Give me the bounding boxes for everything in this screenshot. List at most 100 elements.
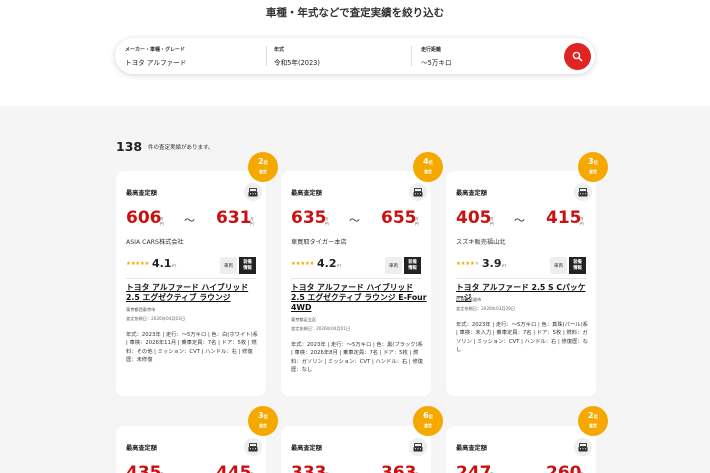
rank-badge: 2位 査定 <box>578 406 608 436</box>
rank-badge: 3位 査定 <box>248 406 278 436</box>
rank-badge: 3位 査定 <box>578 152 608 182</box>
page-heading: 車種・年式などで査定実績を絞り込む <box>265 7 445 19</box>
card-divider <box>126 278 256 279</box>
price-unit: 万 円 <box>580 217 584 227</box>
result-count-text: 件の査定実績があります。 <box>148 145 214 151</box>
rank-badge: 6位 査定 <box>413 406 443 436</box>
search-button[interactable] <box>564 43 591 70</box>
car-title-link[interactable]: トヨタ アルファード ハイブリッド 2.5 エグゼクティブ ラウンジ <box>126 283 262 303</box>
equipment-tag-line2: 情報 <box>408 265 417 271</box>
equipment-info-tag[interactable]: 装備 情報 <box>239 257 256 274</box>
price-min: 606 <box>126 208 162 228</box>
search-icon <box>572 51 583 62</box>
max-price-label: 最高査定額 <box>126 445 157 452</box>
price-max: 631 <box>216 208 252 228</box>
request-date: 査定依頼日：2026年04月01日 <box>291 326 351 331</box>
max-price-label: 最高査定額 <box>126 190 157 197</box>
rating-pt-label: PT <box>502 264 507 268</box>
rank-suffix: 位 <box>593 415 599 420</box>
car-spec: 年式：2023年 | 走行：〜5万キロ | 色：黒(ブラック)系 | 車検：20… <box>291 342 423 374</box>
card-divider <box>291 278 421 279</box>
max-price-label: 最高査定額 <box>456 190 487 197</box>
rank-suffix: 位 <box>263 161 269 166</box>
max-price-label: 最高査定額 <box>291 445 322 452</box>
rank-label: 査定 <box>589 169 597 174</box>
rating-value: 4.2 <box>317 257 337 270</box>
rank-badge: 2位 査定 <box>248 152 278 182</box>
price-range-tilde: 〜 <box>514 467 525 473</box>
price-range-tilde: 〜 <box>184 214 195 227</box>
rank-label: 査定 <box>259 423 267 428</box>
price-range-tilde: 〜 <box>349 214 360 227</box>
register-icon <box>409 183 427 201</box>
equipment-info-tag[interactable]: 装備 情報 <box>569 257 586 274</box>
register-icon <box>574 183 592 201</box>
register-icon <box>244 183 262 201</box>
vehicle-tag: 車両 <box>385 257 402 274</box>
rating-pt-label: PT <box>337 264 342 268</box>
star-rating: ★★★★★ <box>291 261 315 267</box>
rating-pt-label: PT <box>172 264 177 268</box>
price-min: 247 <box>456 463 492 473</box>
register-icon <box>409 438 427 456</box>
car-title-link[interactable]: トヨタ アルファード ハイブリッド 2.5 エグゼクティブ ラウンジ E-Fou… <box>291 283 427 313</box>
register-icon <box>244 438 262 456</box>
maker-model-field[interactable]: メーカー・車種・グレード トヨタ アルファード <box>115 38 265 74</box>
year-value[interactable]: 令和5年(2023) <box>274 57 320 67</box>
rank-suffix: 位 <box>428 161 434 166</box>
year-field[interactable]: 年式 令和5年(2023) <box>266 38 406 74</box>
shop-name[interactable]: ASIA CARS株式会社 <box>126 237 184 246</box>
register-icon <box>574 438 592 456</box>
search-bar: メーカー・車種・グレード トヨタ アルファード 年式 令和5年(2023) 走行… <box>115 38 595 74</box>
price-range-tilde: 〜 <box>349 467 360 473</box>
result-card[interactable]: 最高査定額 435 万 円 〜 445 万 円 <box>116 426 266 473</box>
price-unit: 万 円 <box>250 217 254 227</box>
max-price-label: 最高査定額 <box>291 190 322 197</box>
price-max: 260 <box>546 463 582 473</box>
equipment-tag-line1: 装備 <box>408 259 417 265</box>
price-unit-yen: 円 <box>250 222 254 226</box>
price-range-tilde: 〜 <box>514 214 525 227</box>
rank-label: 査定 <box>424 169 432 174</box>
search-section: 車種・年式などで査定実績を絞り込む メーカー・車種・グレード トヨタ アルファー… <box>0 0 710 106</box>
maker-model-value[interactable]: トヨタ アルファード <box>125 57 186 67</box>
year-label: 年式 <box>274 47 285 53</box>
price-max: 445 <box>216 463 252 473</box>
price-min: 435 <box>126 463 162 473</box>
rating-value: 4.1 <box>152 257 172 270</box>
equipment-info-tag[interactable]: 装備 情報 <box>404 257 421 274</box>
max-price-label: 最高査定額 <box>456 445 487 452</box>
mileage-value[interactable]: 〜5万キロ <box>421 57 452 67</box>
rank-label: 査定 <box>589 423 597 428</box>
result-card[interactable]: 最高査定額 606 万 円 〜 631 万 円 ASIA CARS株式会社 ★★… <box>116 171 266 396</box>
price-unit: 万 円 <box>415 217 419 227</box>
price-unit: 万 円 <box>490 217 494 227</box>
rank-suffix: 位 <box>263 415 269 420</box>
price-unit-yen: 円 <box>160 222 164 226</box>
equipment-tag-line2: 情報 <box>573 265 582 271</box>
result-card[interactable]: 最高査定額 333 万 円 〜 363 万 円 <box>281 426 431 473</box>
rank-badge: 4位 査定 <box>413 152 443 182</box>
price-max: 363 <box>381 463 417 473</box>
location: 広島県尾道市 <box>456 297 482 302</box>
price-max: 415 <box>546 208 582 228</box>
price-range-tilde: 〜 <box>184 467 195 473</box>
equipment-tag-line2: 情報 <box>243 265 252 271</box>
price-unit-yen: 円 <box>325 222 329 226</box>
shop-name[interactable]: 車買取タイガー本店 <box>291 237 347 246</box>
car-spec: 年式：2023年 | 走行：〜5万キロ | 色：白(ホワイト)系 | 車検：20… <box>126 332 258 364</box>
card-divider <box>456 278 586 279</box>
maker-model-label: メーカー・車種・グレード <box>125 47 186 53</box>
rating-value: 3.9 <box>482 257 502 270</box>
price-min: 635 <box>291 208 327 228</box>
price-max: 655 <box>381 208 417 228</box>
result-card[interactable]: 最高査定額 247 万 円 〜 260 万 円 <box>446 426 596 473</box>
location: 東京都西東京市 <box>126 307 156 312</box>
shop-name[interactable]: スズキ販売福山北 <box>456 237 506 246</box>
star-rating: ★★★★★ <box>456 261 480 267</box>
price-unit-yen: 円 <box>415 222 419 226</box>
price-min: 333 <box>291 463 327 473</box>
result-card[interactable]: 最高査定額 635 万 円 〜 655 万 円 車買取タイガー本店 ★★★★★ … <box>281 171 431 396</box>
result-card[interactable]: 最高査定額 405 万 円 〜 415 万 円 スズキ販売福山北 ★★★★★ 3… <box>446 171 596 396</box>
mileage-field[interactable]: 走行距離 〜5万キロ <box>411 38 551 74</box>
